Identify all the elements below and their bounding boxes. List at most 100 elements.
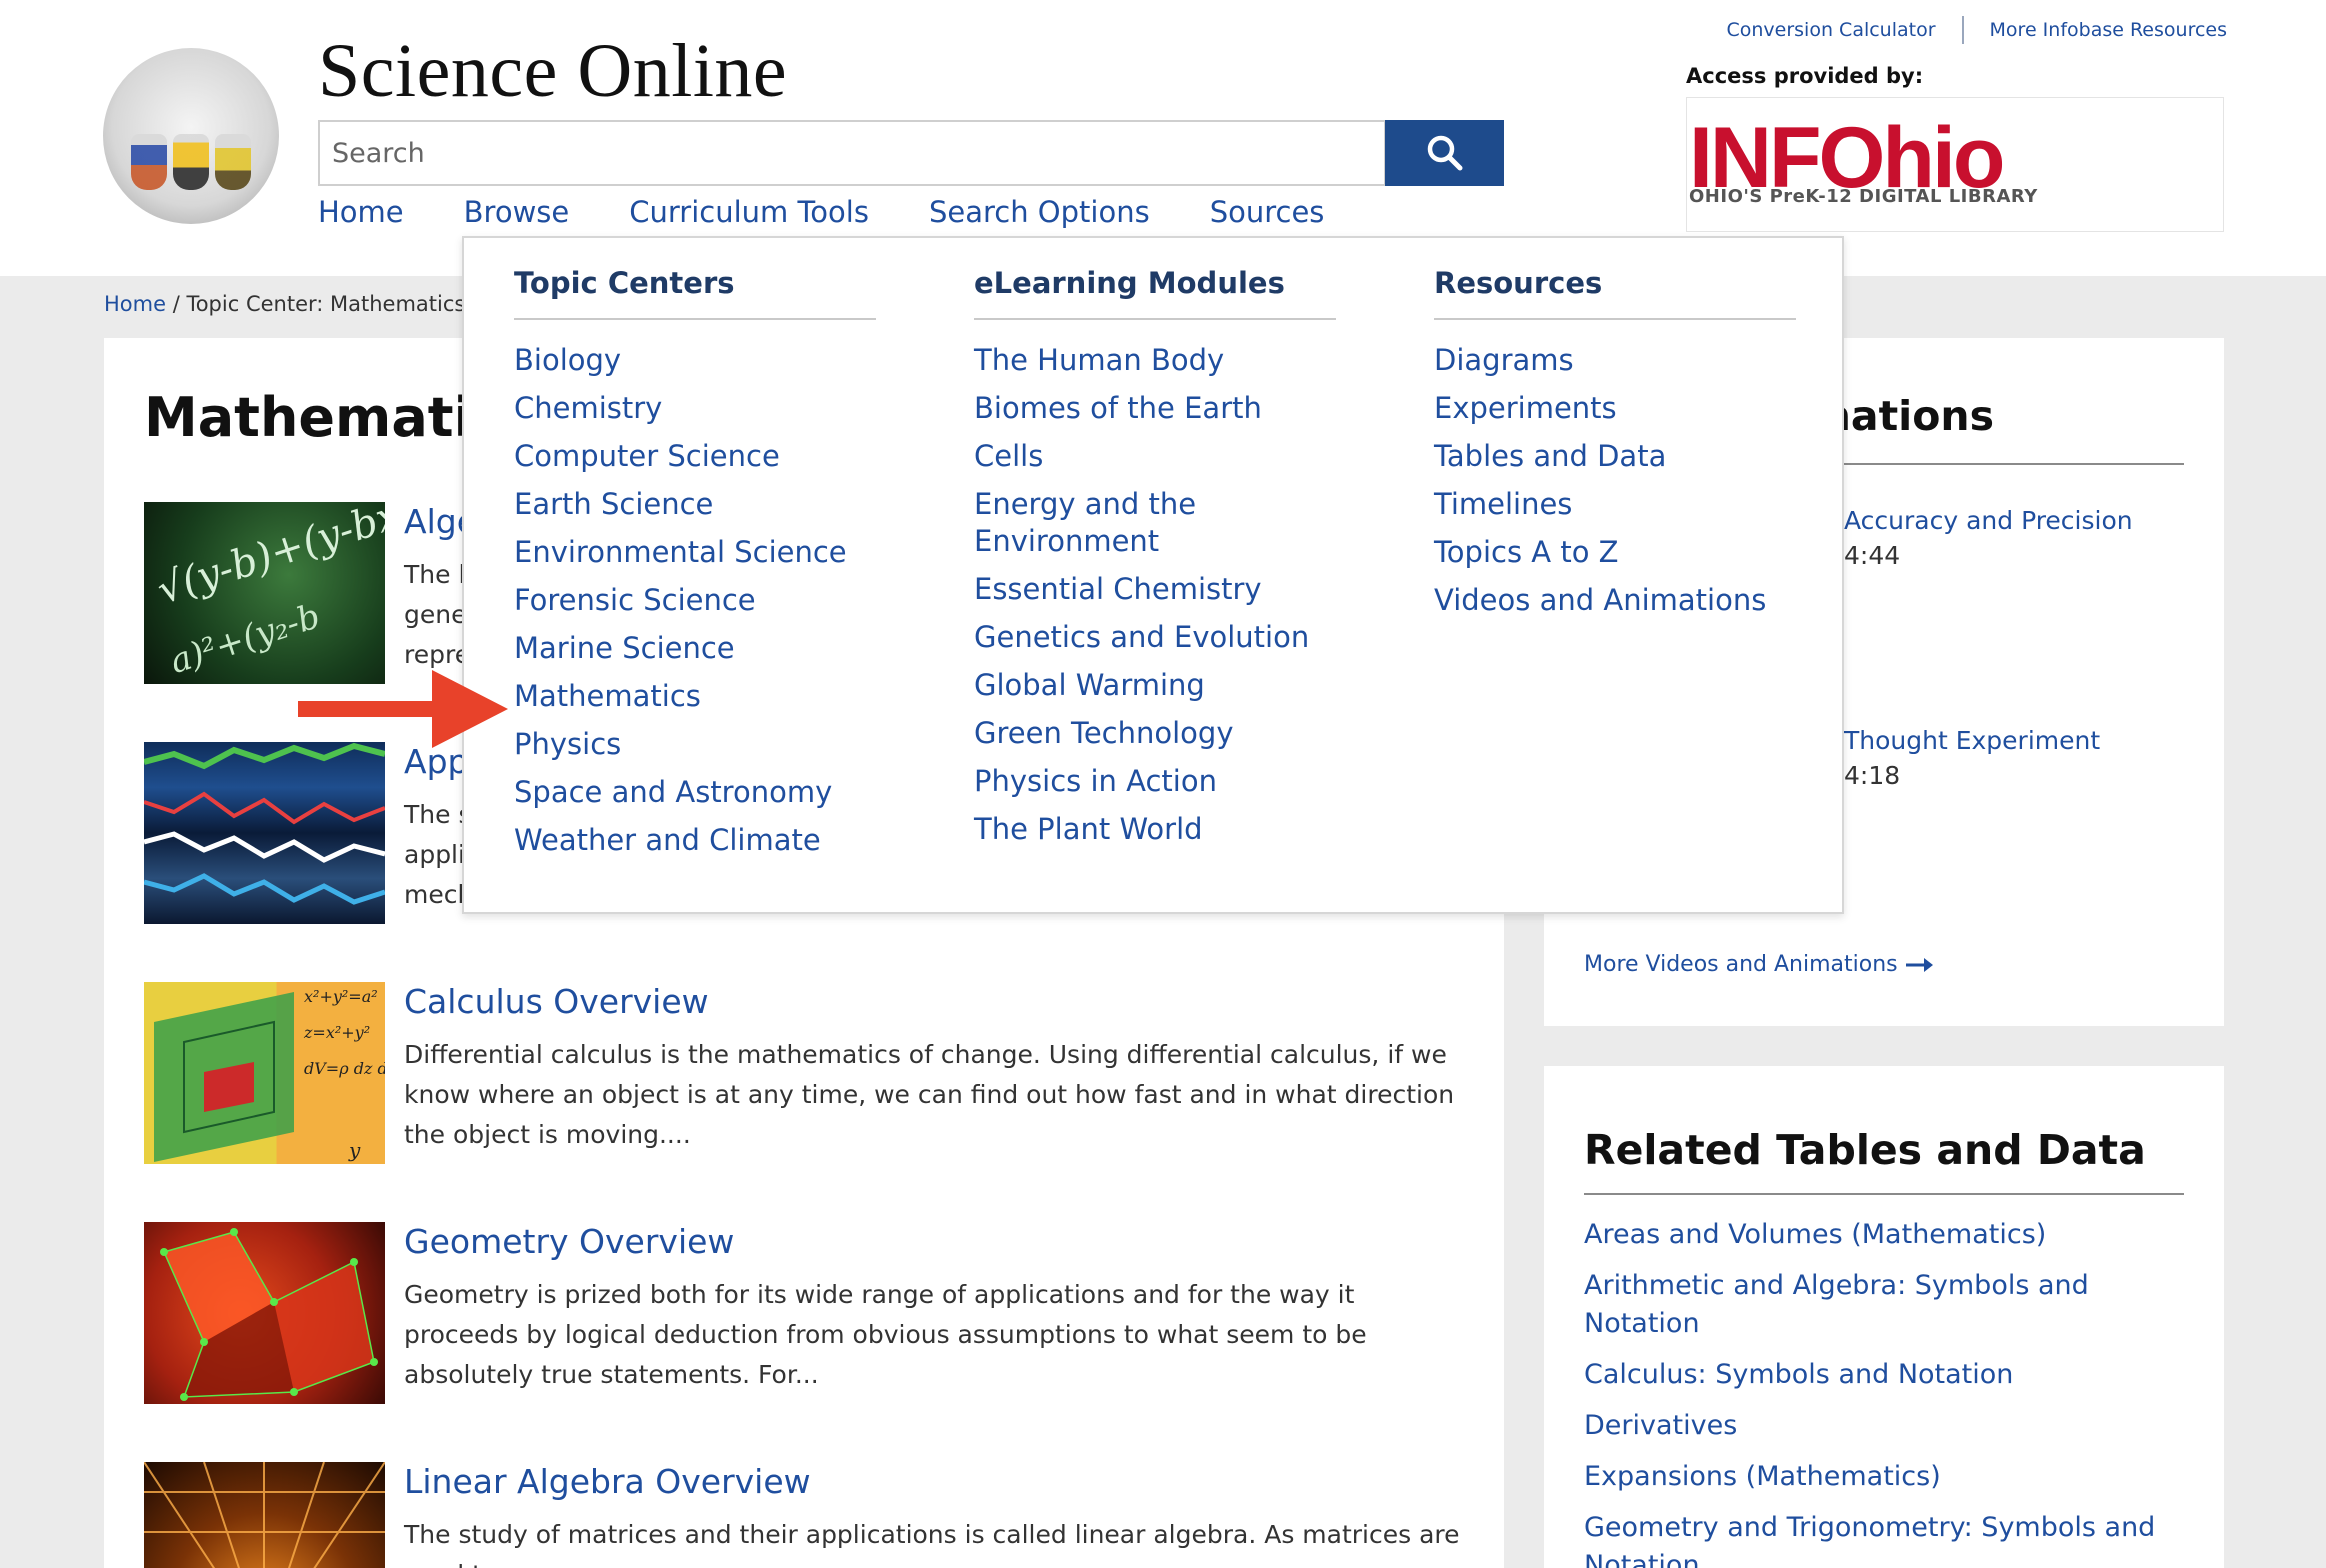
infohio-tagline: OHIO'S PreK-12 DIGITAL LIBRARY [1689,186,2038,207]
tables-card: Related Tables and Data Areas and Volume… [1544,1066,2224,1568]
topic-description: The study of matrices and their applicat… [404,1520,1460,1568]
video-item: Thought Experiment 4:18 [1844,726,2100,790]
more-videos-link[interactable]: More Videos and Animations [1584,952,1934,977]
list-item: Linear Algebra Overview The study of mat… [144,1462,1474,1568]
elearning-column: eLearning Modules The Human Body Biomes … [974,266,1336,859]
nav-home[interactable]: Home [318,195,404,237]
applied-math-thumbnail[interactable] [144,742,385,924]
divider [1961,16,1964,44]
resources-column: Resources Diagrams Experiments Tables an… [1434,266,1796,630]
topic-title[interactable]: Geometry Overview [404,1222,734,1261]
topic-title[interactable]: Linear Algebra Overview [404,1462,811,1501]
table-link[interactable]: Geometry and Trigonometry: Symbols and N… [1584,1509,2204,1568]
menu-item-space-and-astronomy[interactable]: Space and Astronomy [514,774,876,811]
menu-item-timelines[interactable]: Timelines [1434,486,1796,523]
menu-item-physics[interactable]: Physics [514,726,876,763]
search-button[interactable] [1385,120,1504,186]
svg-text:y: y [348,1138,361,1162]
menu-item-genetics-and-evolution[interactable]: Genetics and Evolution [974,619,1336,656]
menu-item-the-plant-world[interactable]: The Plant World [974,811,1336,848]
linear-algebra-thumbnail[interactable] [144,1462,385,1568]
menu-item-biology[interactable]: Biology [514,342,876,379]
resources-list: Diagrams Experiments Tables and Data Tim… [1434,342,1796,619]
list-item: Geometry Overview Geometry is prized bot… [144,1222,1474,1404]
flask-icon [173,134,209,190]
site-title[interactable]: Science Online [318,28,787,115]
site-logo[interactable] [103,48,279,224]
algebra-thumbnail[interactable]: √(y-b)+(y-bx a)²+(y₂-b [144,502,385,684]
menu-item-chemistry[interactable]: Chemistry [514,390,876,427]
nav-curriculum-tools[interactable]: Curriculum Tools [629,195,869,237]
menu-item-essential-chemistry[interactable]: Essential Chemistry [974,571,1336,608]
topic-centers-column: Topic Centers Biology Chemistry Computer… [514,266,876,870]
search-input[interactable] [320,122,1384,184]
magnifier-icon [1427,135,1462,171]
menu-item-the-human-body[interactable]: The Human Body [974,342,1336,379]
menu-item-topics-a-to-z[interactable]: Topics A to Z [1434,534,1796,571]
menu-item-experiments[interactable]: Experiments [1434,390,1796,427]
topic-centers-list: Biology Chemistry Computer Science Earth… [514,342,876,859]
provider-logo[interactable]: INFOhio OHIO'S PreK-12 DIGITAL LIBRARY [1686,97,2224,232]
resources-heading: Resources [1434,266,1796,320]
utility-links: Conversion Calculator More Infobase Reso… [1726,16,2227,44]
video-duration: 4:18 [1844,761,1901,790]
table-link[interactable]: Derivatives [1584,1407,2204,1445]
table-link[interactable]: Areas and Volumes (Mathematics) [1584,1216,2204,1254]
menu-item-videos-and-animations[interactable]: Videos and Animations [1434,582,1796,619]
menu-item-earth-science[interactable]: Earth Science [514,486,876,523]
menu-item-biomes-of-the-earth[interactable]: Biomes of the Earth [974,390,1336,427]
topic-centers-heading: Topic Centers [514,266,876,320]
topic-title[interactable]: Calculus Overview [404,982,709,1021]
calculus-thumbnail[interactable]: x²+y²=a² z=x²+y² dV=ρ dz dθ y [144,982,385,1164]
menu-item-forensic-science[interactable]: Forensic Science [514,582,876,619]
more-infobase-resources-link[interactable]: More Infobase Resources [1990,19,2227,41]
menu-item-computer-science[interactable]: Computer Science [514,438,876,475]
red-arrow-icon [298,670,508,748]
tables-heading: Related Tables and Data [1584,1126,2146,1174]
browse-dropdown-menu: Topic Centers Biology Chemistry Computer… [462,236,1844,914]
menu-item-environmental-science[interactable]: Environmental Science [514,534,876,571]
menu-item-diagrams[interactable]: Diagrams [1434,342,1796,379]
table-link[interactable]: Arithmetic and Algebra: Symbols and Nota… [1584,1267,2204,1343]
main-nav: Home Browse Curriculum Tools Search Opti… [318,195,1384,237]
video-title[interactable]: Accuracy and Precision [1844,506,2133,535]
menu-item-green-technology[interactable]: Green Technology [974,715,1336,752]
breadcrumb: Home / Topic Center: Mathematics [104,292,465,316]
nav-search-options[interactable]: Search Options [929,195,1150,237]
site-header: Science Online Home Browse Curriculum To… [0,0,2326,276]
svg-text:z=x²+y²: z=x²+y² [303,1023,370,1042]
video-title[interactable]: Thought Experiment [1844,726,2100,755]
list-item: x²+y²=a² z=x²+y² dV=ρ dz dθ y Calculus O… [144,982,1474,1164]
flask-icon [215,134,251,190]
nav-sources[interactable]: Sources [1210,195,1325,237]
svg-text:dV=ρ dz dθ: dV=ρ dz dθ [304,1059,385,1078]
breadcrumb-current: Topic Center: Mathematics [186,292,466,316]
menu-item-weather-and-climate[interactable]: Weather and Climate [514,822,876,859]
divider [1584,1193,2184,1195]
search-box [318,120,1386,186]
video-item: Accuracy and Precision 4:44 [1844,506,2133,570]
conversion-calculator-link[interactable]: Conversion Calculator [1726,19,1935,41]
topic-description: Differential calculus is the mathematics… [404,1040,1455,1149]
menu-item-tables-and-data[interactable]: Tables and Data [1434,438,1796,475]
table-link[interactable]: Calculus: Symbols and Notation [1584,1356,2204,1394]
menu-item-physics-in-action[interactable]: Physics in Action [974,763,1336,800]
tables-list: Areas and Volumes (Mathematics) Arithmet… [1584,1216,2204,1568]
nav-browse[interactable]: Browse [464,195,570,237]
elearning-list: The Human Body Biomes of the Earth Cells… [974,342,1336,848]
elearning-heading: eLearning Modules [974,266,1336,320]
table-link[interactable]: Expansions (Mathematics) [1584,1458,2204,1496]
svg-text:√(y-b)+(y-bx: √(y-b)+(y-bx [152,502,385,613]
breadcrumb-home[interactable]: Home [104,292,166,316]
menu-item-mathematics[interactable]: Mathematics [514,678,876,715]
topic-description: Geometry is prized both for its wide ran… [404,1280,1367,1389]
menu-item-marine-science[interactable]: Marine Science [514,630,876,667]
more-videos-label: More Videos and Animations [1584,952,1898,977]
menu-item-global-warming[interactable]: Global Warming [974,667,1336,704]
menu-item-cells[interactable]: Cells [974,438,1336,475]
access-label: Access provided by: [1686,64,1924,88]
geometry-thumbnail[interactable] [144,1222,385,1404]
menu-item-energy-and-the-environment[interactable]: Energy and the Environment [974,486,1204,560]
svg-text:x²+y²=a²: x²+y²=a² [304,987,378,1006]
video-duration: 4:44 [1844,541,1901,570]
